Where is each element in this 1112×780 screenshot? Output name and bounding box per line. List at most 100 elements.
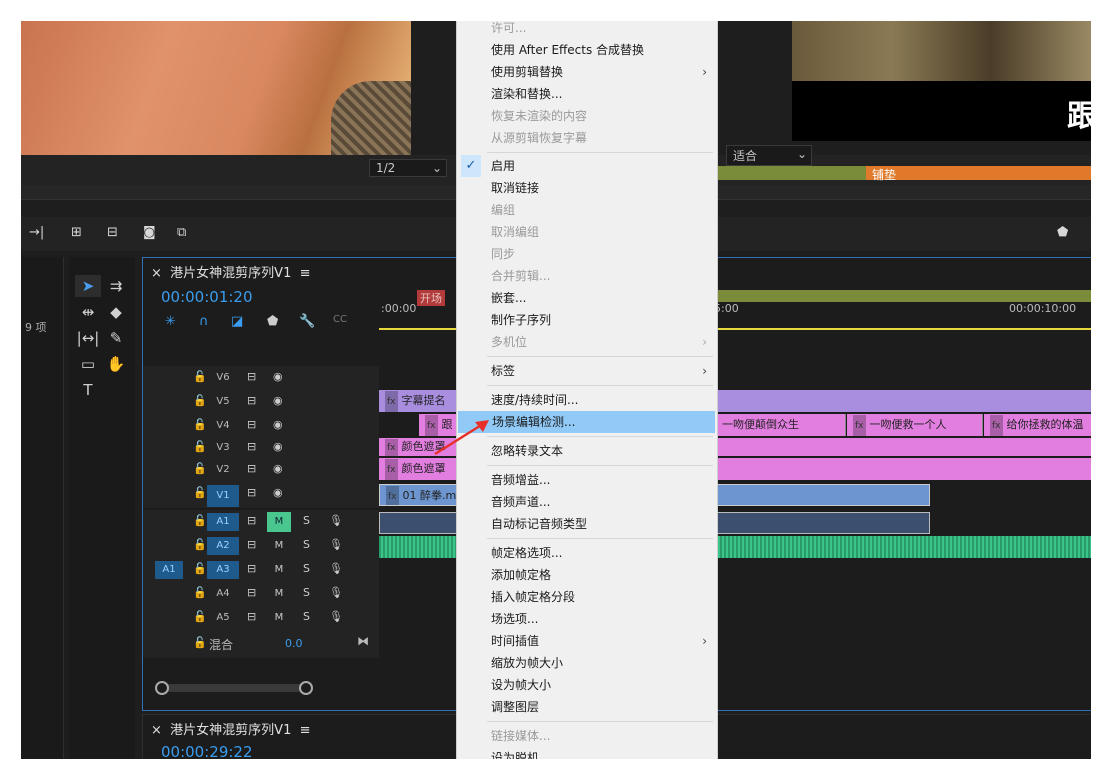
menu-item-render-replace[interactable]: 渲染和替换...	[457, 83, 717, 105]
overwrite-icon[interactable]: ⊟	[107, 225, 125, 241]
menu-item-sync[interactable]: 同步	[457, 243, 717, 265]
linked-selection-icon[interactable]: ◪	[231, 314, 243, 329]
mute-button[interactable]: M	[267, 560, 291, 580]
lock-icon[interactable]: 🔓	[193, 486, 207, 499]
hand-tool-icon[interactable]: ✋	[103, 353, 129, 375]
sync-lock-icon[interactable]: ⊟	[247, 486, 256, 499]
mute-button[interactable]: M	[267, 608, 291, 628]
menu-item-replace-with-ae[interactable]: 使用 After Effects 合成替换	[457, 39, 717, 61]
menu-item-license[interactable]: 许可...	[457, 21, 717, 39]
sync-lock-icon[interactable]: ⊟	[247, 514, 256, 527]
menu-item-link-media[interactable]: 链接媒体...	[457, 725, 717, 747]
track-name[interactable]: V1	[207, 485, 239, 507]
menu-item-field-options[interactable]: 场选项...	[457, 608, 717, 630]
clip-v2-matte-right[interactable]	[716, 458, 1091, 480]
menu-item-replace-with-clip[interactable]: 使用剪辑替换 ›	[457, 61, 717, 83]
track-name[interactable]: A2	[207, 537, 239, 555]
sequence-marker[interactable]: 开场	[417, 290, 445, 306]
eye-icon[interactable]: ◉	[273, 440, 283, 453]
menu-item-nest[interactable]: 嵌套...	[457, 287, 717, 309]
sync-lock-icon[interactable]: ⊟	[247, 418, 256, 431]
go-to-end-icon[interactable]: ⧓	[357, 634, 369, 648]
clip-a1-audio[interactable]	[379, 512, 459, 534]
track-name[interactable]: V2	[207, 461, 239, 479]
add-marker-icon[interactable]: ⬟	[267, 314, 278, 329]
clip-a2-audio-right[interactable]	[716, 536, 1091, 558]
menu-item-time-interpolation[interactable]: 时间插值 ›	[457, 630, 717, 652]
ripple-edit-tool-icon[interactable]: ⇹	[75, 301, 101, 323]
menu-item-insert-frame-hold[interactable]: 插入帧定格分段	[457, 586, 717, 608]
sync-lock-icon[interactable]: ⊟	[247, 586, 256, 599]
lock-icon[interactable]: 🔓	[193, 394, 207, 407]
track-name[interactable]: V3	[207, 439, 239, 457]
wrench-icon[interactable]: 🔧	[299, 314, 315, 329]
menu-item-audio-channels[interactable]: 音频声道...	[457, 491, 717, 513]
clip-v1-video-right[interactable]	[716, 484, 930, 506]
lock-icon[interactable]: 🔓	[193, 370, 207, 383]
menu-item-adjustment-layer[interactable]: 调整图层	[457, 696, 717, 718]
microphone-icon[interactable]: 🎙	[329, 610, 343, 623]
close-icon[interactable]: ×	[151, 266, 162, 281]
razor-tool-icon[interactable]: ◆	[103, 301, 129, 323]
menu-item-multicam[interactable]: 多机位 ›	[457, 331, 717, 353]
microphone-icon[interactable]: 🎙	[329, 586, 343, 599]
eye-icon[interactable]: ◉	[273, 394, 283, 407]
track-name[interactable]: A1	[207, 513, 239, 531]
eye-icon[interactable]: ◉	[273, 370, 283, 383]
track-name[interactable]: A3	[207, 561, 239, 579]
solo-button[interactable]: S	[303, 586, 310, 599]
captions-icon[interactable]: CC	[333, 314, 347, 325]
lock-icon[interactable]: 🔓	[193, 538, 207, 551]
menu-item-ignore-transcript[interactable]: 忽略转录文本	[457, 440, 717, 462]
mute-button[interactable]: M	[267, 584, 291, 604]
clip-v5-title[interactable]: fx 字幕提名	[379, 390, 457, 412]
menu-item-scene-edit-detection[interactable]: 场景编辑检测...	[458, 411, 715, 433]
menu-item-group[interactable]: 编组	[457, 199, 717, 221]
clip-v1-video[interactable]: fx01 醉拳.mp4	[379, 484, 459, 506]
menu-icon[interactable]: ≡	[300, 266, 311, 281]
eye-icon[interactable]: ◉	[273, 418, 283, 431]
menu-item-frame-hold-options[interactable]: 帧定格选项...	[457, 542, 717, 564]
clip-a1-audio-right[interactable]	[716, 512, 930, 534]
marker-icon[interactable]: ⬟	[1057, 225, 1075, 241]
lock-icon[interactable]: 🔓	[193, 418, 207, 431]
microphone-icon[interactable]: 🎙	[329, 514, 343, 527]
scroll-handle-left[interactable]	[155, 681, 169, 695]
clip-v4-fourth[interactable]: fx 给你拯救的体温	[984, 414, 1091, 436]
nest-icon[interactable]: ✳	[165, 314, 176, 329]
work-area-bar[interactable]	[715, 290, 1091, 302]
rectangle-tool-icon[interactable]: ▭	[75, 353, 101, 375]
menu-item-enable[interactable]: ✓ 启用	[457, 155, 717, 177]
close-icon[interactable]: ×	[151, 723, 162, 738]
zoom-select-right[interactable]: 适合 ⌄	[726, 145, 812, 166]
compare-view-icon[interactable]: ⧉	[177, 225, 195, 241]
scroll-handle-right[interactable]	[299, 681, 313, 695]
camera-icon[interactable]: ◙	[143, 225, 161, 241]
clip-a2-audio[interactable]	[379, 536, 459, 558]
pen-tool-icon[interactable]: ✎	[103, 327, 129, 349]
track-name[interactable]: V6	[207, 369, 239, 387]
source-patch-a1[interactable]: A1	[155, 561, 183, 579]
solo-button[interactable]: S	[303, 538, 310, 551]
menu-item-speed-duration[interactable]: 速度/持续时间...	[457, 389, 717, 411]
clip-v3-matte-right[interactable]	[716, 438, 1091, 456]
lock-icon[interactable]: 🔓	[193, 514, 207, 527]
track-name[interactable]: V4	[207, 417, 239, 435]
selection-tool-icon[interactable]: ➤	[75, 275, 101, 297]
eye-icon[interactable]: ◉	[273, 486, 283, 499]
eye-icon[interactable]: ◉	[273, 462, 283, 475]
sync-lock-icon[interactable]: ⊟	[247, 562, 256, 575]
sequence-tab-secondary[interactable]: × 港片女神混剪序列V1 ≡	[151, 719, 311, 738]
microphone-icon[interactable]: 🎙	[329, 562, 343, 575]
lock-icon[interactable]: 🔓	[193, 462, 207, 475]
playhead-timecode[interactable]: 00:00:01:20	[161, 288, 253, 306]
menu-item-label-color[interactable]: 标签 ›	[457, 360, 717, 382]
sync-lock-icon[interactable]: ⊟	[247, 440, 256, 453]
sync-lock-icon[interactable]: ⊟	[247, 394, 256, 407]
lock-icon[interactable]: 🔓	[193, 610, 207, 623]
menu-item-add-frame-hold[interactable]: 添加帧定格	[457, 564, 717, 586]
solo-button[interactable]: S	[303, 514, 310, 527]
menu-item-make-offline[interactable]: 设为脱机...	[457, 747, 717, 759]
timeline-zoom-scrollbar[interactable]	[155, 681, 313, 695]
menu-item-auto-tag-audio[interactable]: 自动标记音频类型	[457, 513, 717, 535]
